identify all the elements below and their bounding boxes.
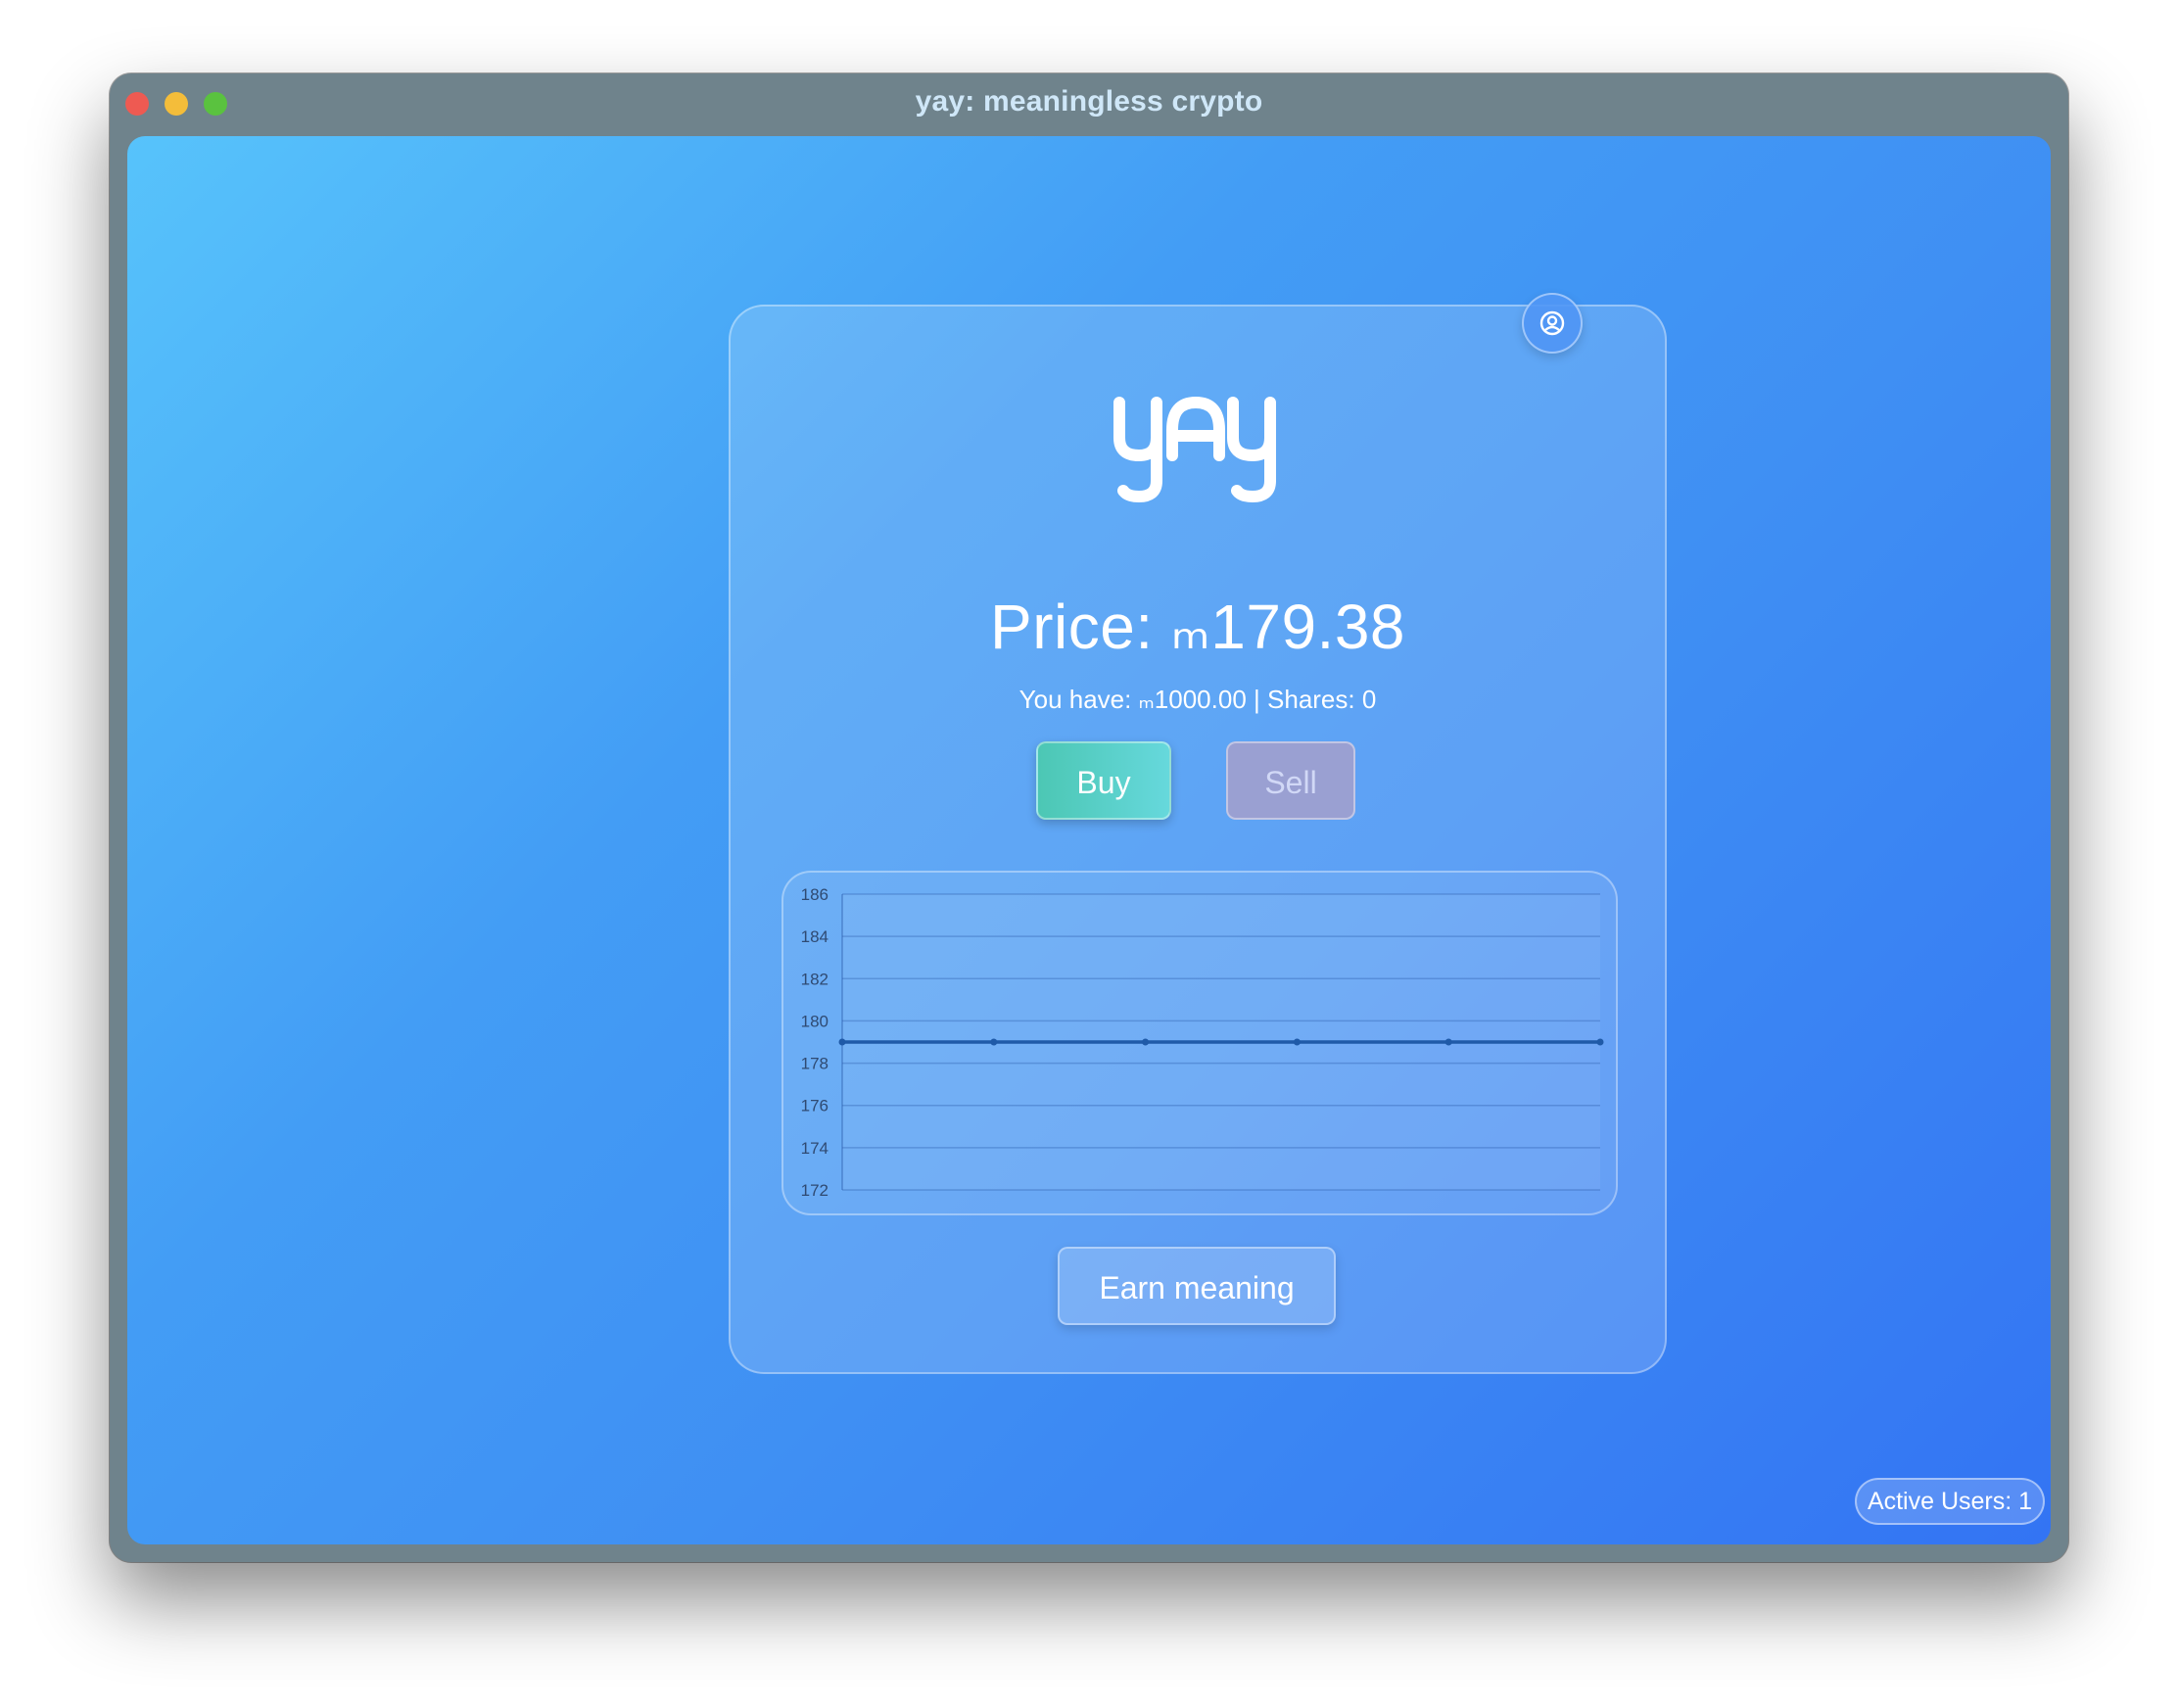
balance-line: You have: ₘ1000.00 | Shares: 0 [731,685,1665,715]
y-tick-label: 178 [801,1055,829,1073]
price-point [990,1038,998,1046]
y-tick-label: 180 [801,1012,829,1030]
y-tick-label: 172 [801,1181,829,1200]
price-chart: 172 174 176 178 180 182 184 186 [781,871,1618,1215]
active-users-badge: Active Users: 1 [1855,1478,2045,1525]
price-label: Price: [990,592,1154,662]
logo-text: yay [1110,395,1112,396]
shares-value: 0 [1361,685,1377,714]
window-title: yay: meaningless crypto [915,85,1263,118]
separator: | [1254,685,1260,714]
balance-currency-symbol: ₘ [1138,685,1155,714]
price-point [1596,1038,1604,1046]
app-content: yay Price: ₘ179.38 You have: ₘ1000.00 | … [127,136,2051,1544]
y-tick-label: 176 [801,1097,829,1115]
balance-value: 1000.00 [1154,685,1247,714]
user-profile-button[interactable] [1522,293,1583,354]
yay-logo: yay [731,395,1665,517]
active-users-count: 1 [2018,1488,2033,1515]
active-users-label: Active Users: [1867,1488,2012,1515]
currency-symbol: ₘ [1170,592,1211,662]
price-point [838,1038,846,1046]
shares-label: Shares: [1267,685,1355,714]
price-display: Price: ₘ179.38 [731,591,1665,664]
price-chart-svg: 172 174 176 178 180 182 184 186 [801,885,1604,1200]
y-tick-label: 174 [801,1139,829,1158]
y-tick-label: 186 [801,885,829,904]
price-point [1142,1038,1150,1046]
y-tick-label: 182 [801,970,829,988]
trade-card: yay Price: ₘ179.38 You have: ₘ1000.00 | … [729,305,1667,1374]
price-point [1444,1038,1452,1046]
balance-label: You have: [1018,685,1132,714]
buy-button[interactable]: Buy [1036,741,1171,820]
earn-meaning-button[interactable]: Earn meaning [1058,1247,1336,1325]
y-tick-label: 184 [801,927,829,946]
title-bar: yay: meaningless crypto [110,73,2068,134]
app-window: yay: meaningless crypto yay Price: ₘ179.… [110,73,2068,1562]
sell-button[interactable]: Sell [1226,741,1355,820]
yay-logo-mark: yay [1110,395,1276,502]
user-circle-icon [1539,310,1565,336]
price-point [1293,1038,1301,1046]
price-value: 179.38 [1210,592,1405,662]
